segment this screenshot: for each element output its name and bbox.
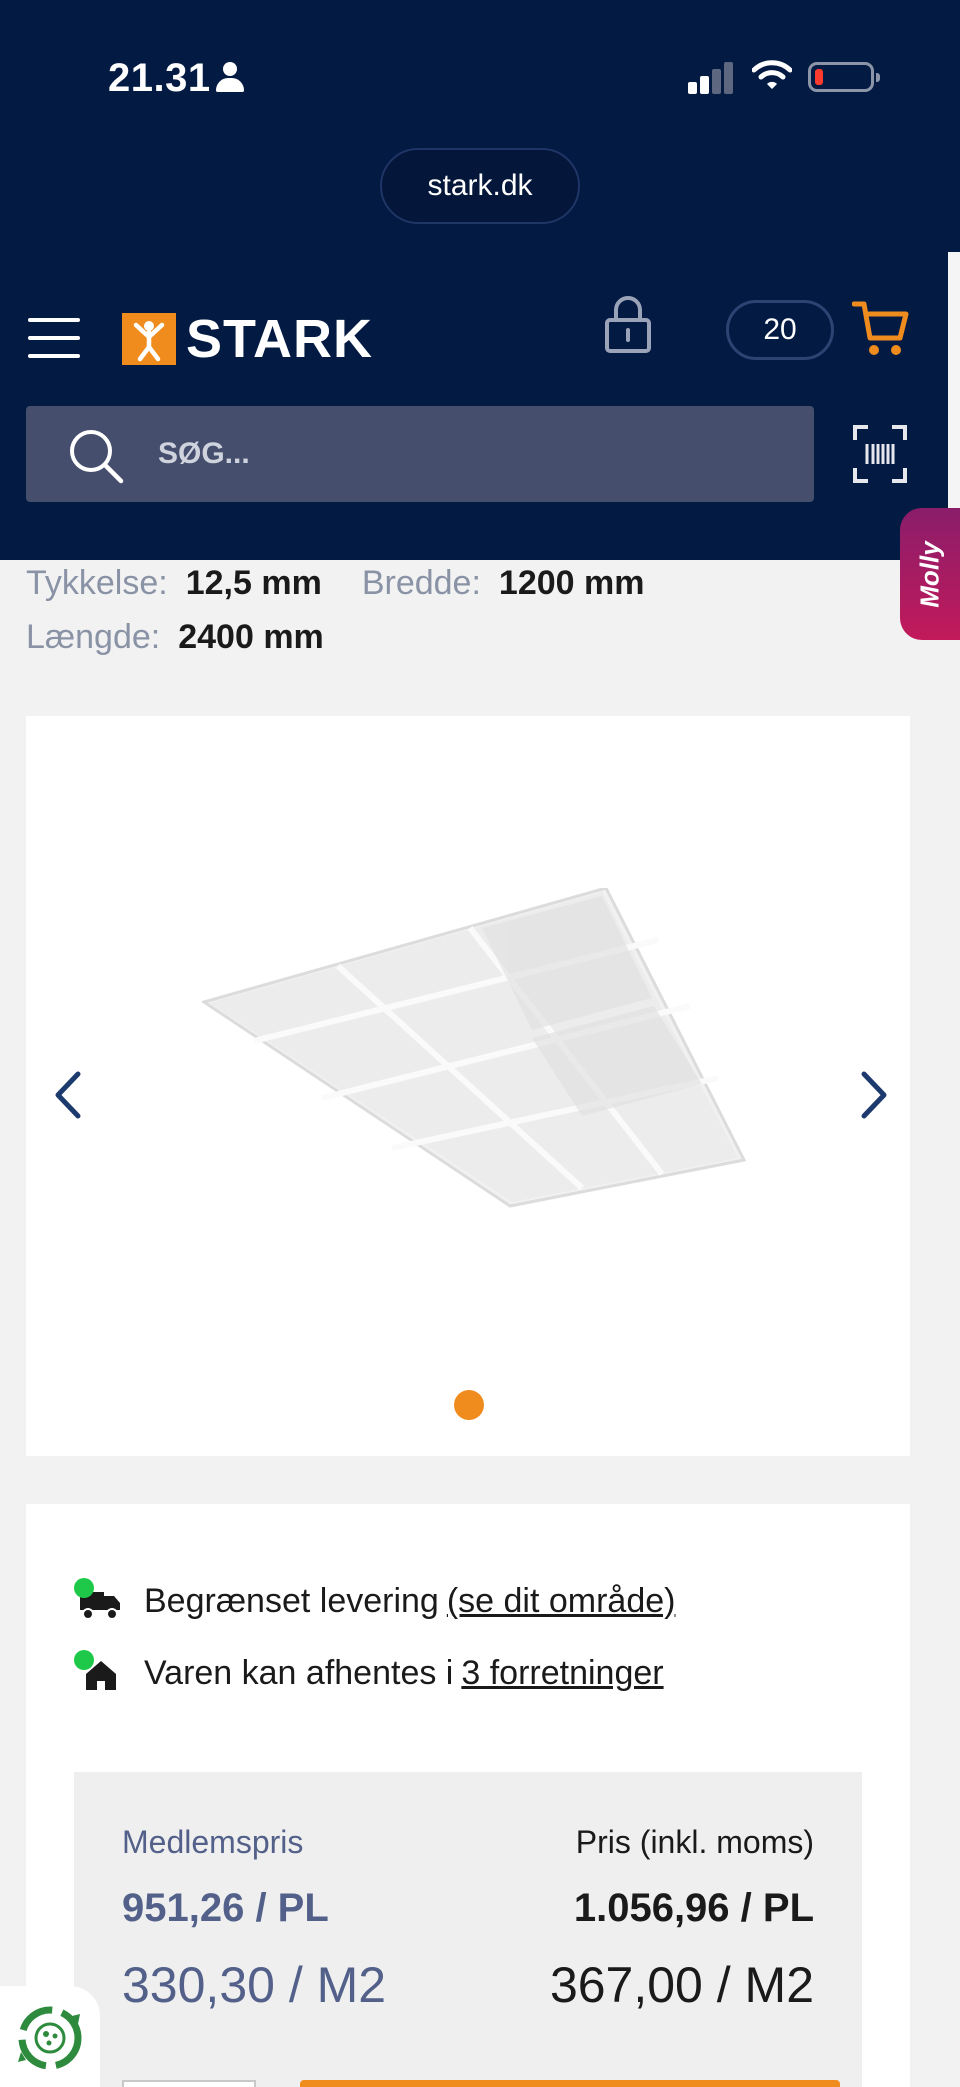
- menu-icon[interactable]: [28, 316, 80, 360]
- regular-price-label: Pris (inkl. moms): [575, 1824, 814, 1860]
- search-icon[interactable]: [68, 428, 124, 484]
- purchase-panel: Begrænset levering (se dit område) Varen…: [26, 1504, 910, 2087]
- spec-row: Tykkelse: 12,5 mm Bredde: 1200 mm: [26, 556, 644, 610]
- status-time: 21.31: [108, 56, 211, 100]
- barcode-scanner-icon[interactable]: [852, 424, 908, 484]
- cart-count-badge[interactable]: 20: [726, 300, 834, 360]
- chat-widget-button[interactable]: Molly: [900, 508, 960, 640]
- chevron-left-icon[interactable]: [50, 1070, 84, 1120]
- chevron-right-icon[interactable]: [858, 1070, 892, 1120]
- cart-icon[interactable]: [852, 298, 910, 358]
- member-price-unit: 951,26 / PL: [122, 1886, 329, 1930]
- site-header: 21.31 stark.dk STARK 20: [0, 0, 960, 560]
- stark-logo[interactable]: STARK: [122, 312, 373, 366]
- logo-mark-icon: [122, 313, 176, 365]
- stores-link[interactable]: 3 forretninger: [461, 1654, 663, 1693]
- available-status-dot: [74, 1650, 94, 1670]
- carousel-dot-active[interactable]: [454, 1390, 484, 1420]
- length-value: 2400 mm: [178, 617, 324, 656]
- price-box: Medlemspris Pris (inkl. moms) 951,26 / P…: [74, 1772, 862, 2087]
- wifi-icon: [752, 60, 792, 89]
- search-bar[interactable]: [26, 406, 814, 502]
- battery-icon: [808, 62, 880, 92]
- search-input[interactable]: [158, 406, 758, 502]
- member-price-m2: 330,30 / M2: [122, 1957, 387, 2013]
- thickness-value: 12,5 mm: [185, 563, 322, 602]
- regular-price-unit: 1.056,96 / PL: [573, 1886, 814, 1930]
- available-status-dot: [74, 1578, 94, 1598]
- member-price-label: Medlemspris: [122, 1824, 304, 1860]
- thickness-label: Tykkelse:: [26, 563, 168, 602]
- cellular-signal-icon: [688, 62, 734, 94]
- logo-text: STARK: [186, 309, 373, 369]
- spec-row: Længde: 2400 mm: [26, 610, 644, 664]
- recycle-badge[interactable]: [0, 1986, 100, 2087]
- pickup-status: Varen kan afhentes i 3 forretninger: [74, 1646, 664, 1700]
- lock-icon[interactable]: [604, 294, 652, 354]
- delivery-status: Begrænset levering (se dit område): [74, 1574, 675, 1628]
- width-label: Bredde:: [361, 563, 481, 602]
- person-icon: [216, 62, 244, 94]
- add-to-cart-button[interactable]: [300, 2080, 840, 2087]
- url-bar[interactable]: stark.dk: [380, 148, 580, 224]
- scroll-edge: [948, 252, 960, 508]
- product-specs: Tykkelse: 12,5 mm Bredde: 1200 mm Længde…: [26, 556, 644, 664]
- recycle-icon: [18, 2006, 82, 2070]
- length-label: Længde:: [26, 617, 161, 656]
- product-image-gallery: [26, 716, 910, 1456]
- width-value: 1200 mm: [498, 563, 645, 602]
- store-home-icon: [74, 1650, 126, 1696]
- delivery-truck-icon: [74, 1578, 126, 1624]
- delivery-text: Begrænset levering: [144, 1581, 439, 1620]
- product-image: [202, 888, 747, 1208]
- delivery-area-link[interactable]: (se dit område): [447, 1582, 676, 1621]
- regular-price-m2: 367,00 / M2: [549, 1957, 814, 2013]
- pickup-text: Varen kan afhentes i: [144, 1653, 454, 1692]
- chat-widget-label: Molly: [914, 540, 945, 608]
- quantity-field[interactable]: [122, 2080, 256, 2087]
